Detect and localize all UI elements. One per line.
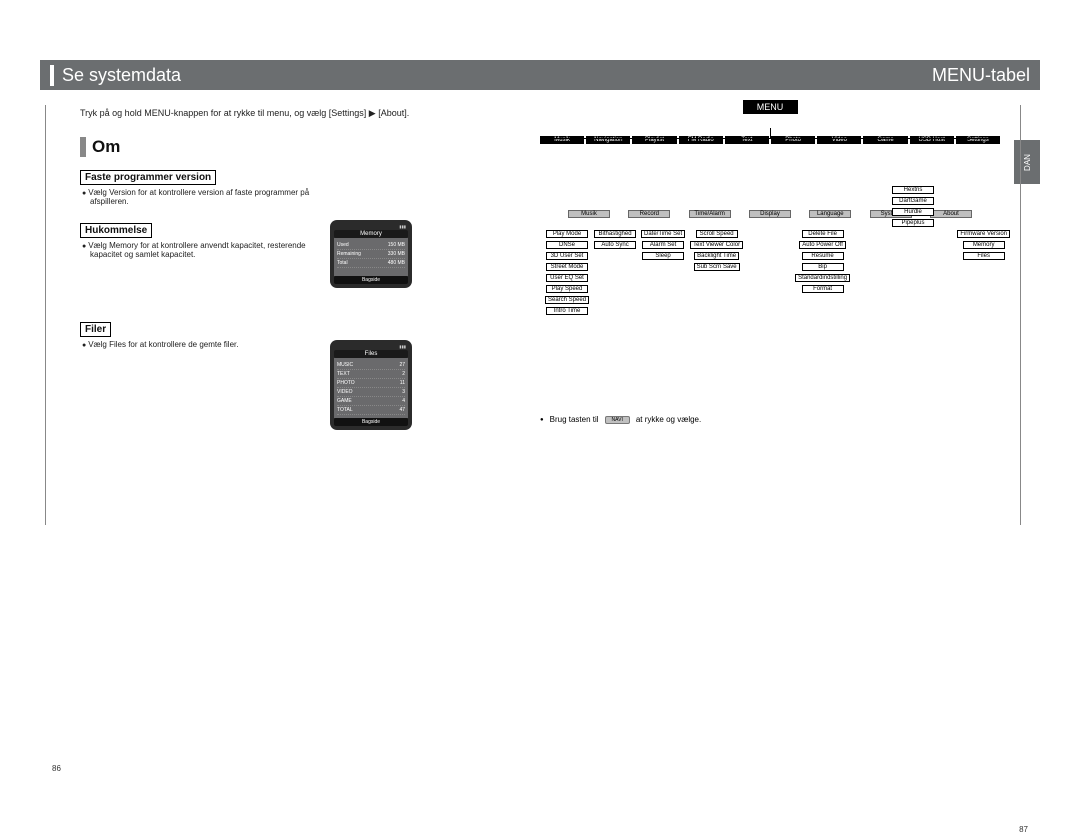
tree-leaf: Memory [963,241,1005,249]
footer-note-pre: Brug tasten til [550,415,599,424]
section-heading-om: Om [80,137,540,157]
tree-leaf: Files [963,252,1005,260]
tree-leaf: Sleep [642,252,684,260]
tree-leaf: Auto Power Off [799,241,846,249]
tree-leaf: Alarm Set [642,241,684,249]
table-row: Used150 MB [337,241,405,250]
table-row: TEXT2 [337,370,405,379]
subheading-memory: Hukommelse [80,223,152,238]
subheading-firmware: Faste programmer version [80,170,216,185]
device-screenshot-memory: ▮▮▮ Memory Used150 MB Remaining330 MB To… [330,220,412,288]
intro-text: Tryk på og hold MENU-knappen for at rykk… [80,108,540,119]
tree-leaf: Date/Time Set [641,230,685,238]
tree-leaf: Hurdle [892,208,934,216]
tree-leaf: User EQ Set [546,274,588,282]
tree-leaf: Bip [802,263,844,271]
device-foot: Bagside [334,418,408,426]
table-row: PHOTO11 [337,379,405,388]
subheading-files: Filer [80,322,111,337]
header-title-left: Se systemdata [50,65,181,86]
desc-firmware: Vælg Version for at kontrollere version … [80,188,310,206]
tree-group: About [930,210,972,218]
tree-leaf: Auto Sync [594,241,636,249]
tree-group: Time/Alarm [689,210,731,218]
tree-leaf: Standardindstilling [795,274,850,282]
table-row: VIDEO3 [337,388,405,397]
tree-group: Musik [568,210,610,218]
tree-leaf: Sub Scrn Save [694,263,740,271]
tree-leaf: Play Speed [546,285,588,293]
tree-leaf: Resume [802,252,844,260]
tree-leaf: Format [802,285,844,293]
navi-chip-icon: NAVI [605,416,630,424]
page-right: MENU Musik Navigation Playlist FM Radio … [540,100,1000,424]
tree-group: Record [628,210,670,218]
footer-note: Brug tasten til NAVI at rykke og vælge. [540,415,1000,424]
tree-leaf: Text Viewer Color [690,241,743,249]
device-foot: Bagside [334,276,408,284]
tree-row-leaves: Play Mode DNSe 3D User Set Street Mode U… [540,230,1000,315]
tree-group: Language [809,210,851,218]
page-left: Tryk på og hold MENU-knappen for at rykk… [80,100,540,363]
device-title: Memory [334,230,408,238]
language-tab-label: DAN [1022,154,1031,171]
table-row: MUSIC27 [337,361,405,370]
desc-memory: Vælg Memory for at kontrollere anvendt k… [80,241,310,259]
tree-leaf: Backlight Time [694,252,739,260]
tree-leaf: DartGame [892,197,934,205]
language-tab: DAN [1014,140,1040,184]
device-screenshot-files: ▮▮▮ Files MUSIC27 TEXT2 PHOTO11 VIDEO3 G… [330,340,412,430]
margin-rule-left [45,105,46,525]
tree-root: MENU [743,100,798,114]
tree-leaf: Intro Time [546,307,588,315]
tree-leaf: Scroll Speed [696,230,738,238]
device-title: Files [334,350,408,358]
tree-leaf: Delete File [802,230,844,238]
tree-leaf: DNSe [546,241,588,249]
table-row: GAME4 [337,397,405,406]
desc-files: Vælg Files for at kontrollere de gemte f… [80,340,310,349]
tree-leaf: Firmware Version [957,230,1010,238]
tree-leaf: Search Speed [545,296,589,304]
tree-leaf: 3D User Set [546,252,588,260]
footer-note-post: at rykke og vælge. [636,415,701,424]
header-title-right: MENU-tabel [932,65,1030,86]
tree-leaf: Hextris [892,186,934,194]
table-row: Total480 MB [337,259,405,268]
page-number-right: 87 [1019,825,1028,834]
tree-leaf: Bithastighed [594,230,636,238]
header-bar: Se systemdata MENU-tabel [40,60,1040,90]
tree-leaf: Play Mode [546,230,588,238]
page-number-left: 86 [52,764,61,773]
tree-leaf: Street Mode [546,263,588,271]
table-row: Remaining330 MB [337,250,405,259]
margin-rule-right [1020,105,1021,525]
menu-tree: Musik Navigation Playlist FM Radio Text … [540,136,1000,315]
tree-group: Display [749,210,791,218]
tree-games-column: Hextris DartGame Hurdle Pipeplus [892,186,934,227]
table-row: TOTAL47 [337,406,405,415]
tree-leaf: Pipeplus [892,219,934,227]
